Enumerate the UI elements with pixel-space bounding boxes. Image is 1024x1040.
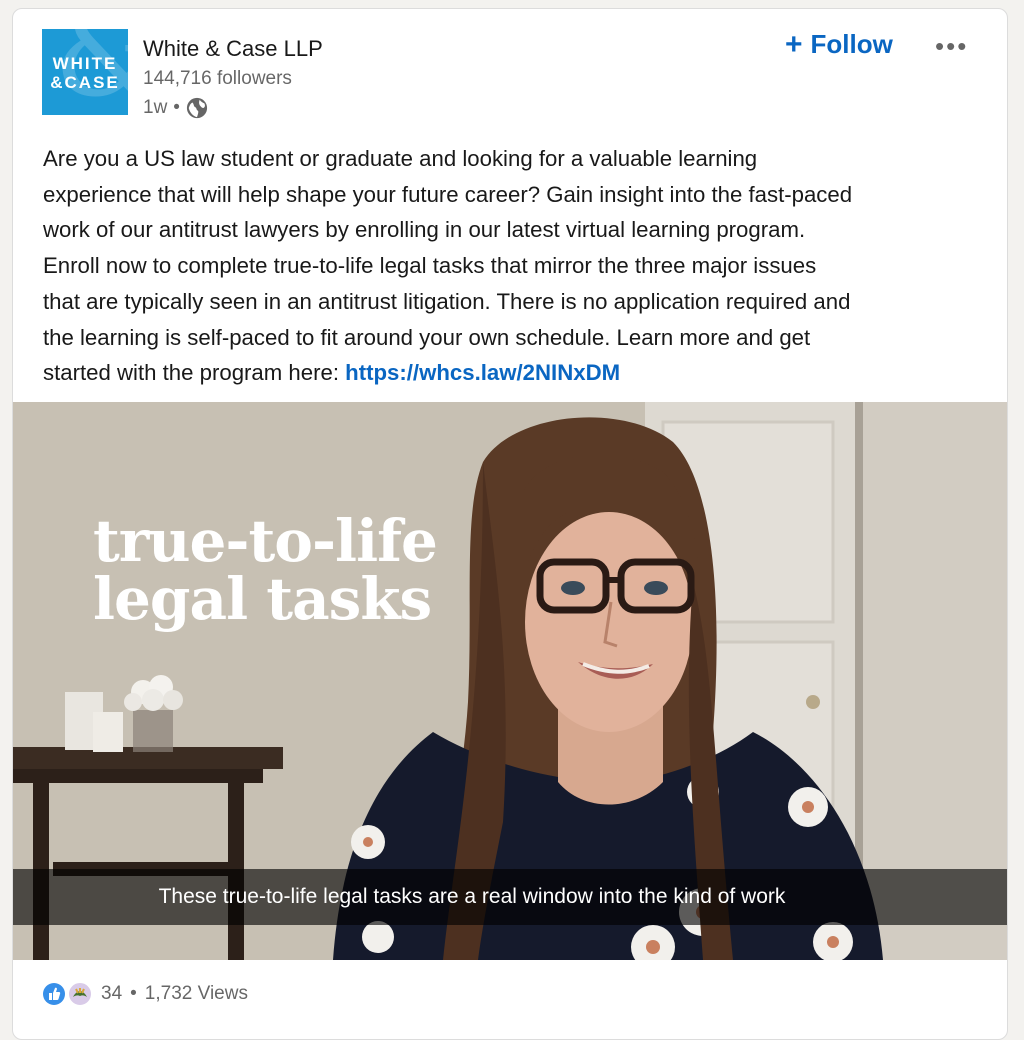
meta-separator: • <box>173 97 180 118</box>
post-card: & WHITE &CASE White & Case LLP 144,716 f… <box>12 8 1008 1040</box>
post-meta: 1w • <box>143 97 208 119</box>
post-line: the learning is self-paced to fit around… <box>43 324 811 350</box>
post-line-prefix: started with the program here: <box>43 360 346 386</box>
video-player[interactable]: true-to-life legal tasks These true-to-l… <box>13 402 1007 960</box>
follower-count: 144,716 followers <box>143 68 292 89</box>
video-caption: These true-to-life legal tasks are a rea… <box>158 885 786 908</box>
post-time: 1w <box>143 97 168 118</box>
footer-separator: • <box>130 983 137 1004</box>
post-line-last: started with the program here: https://w… <box>43 355 983 391</box>
video-caption-bar: These true-to-life legal tasks are a rea… <box>13 869 1007 925</box>
view-count: 1,732 Views <box>144 983 248 1004</box>
follow-label: Follow <box>810 29 893 59</box>
company-name[interactable]: White & Case LLP <box>143 36 323 62</box>
logo-text-line2: &CASE <box>50 73 120 92</box>
post-body: Are you a US law student or graduate and… <box>43 141 983 391</box>
overlay-line1: true-to-life <box>93 507 438 575</box>
reaction-count[interactable]: 34 <box>101 983 122 1005</box>
follow-button[interactable]: + Follow <box>785 29 893 60</box>
post-line: work of our antitrust lawyers by enrolli… <box>43 217 806 243</box>
support-icon[interactable] <box>67 981 93 1007</box>
more-options-button[interactable]: ••• <box>935 31 968 62</box>
post-link[interactable]: https://whcs.law/2NINxDM <box>345 360 620 385</box>
company-logo[interactable]: & WHITE &CASE <box>42 29 128 115</box>
globe-icon <box>186 97 208 119</box>
video-overlay-title: true-to-life legal tasks <box>93 507 438 633</box>
post-line: experience that will help shape your fut… <box>43 181 853 207</box>
post-line: that are typically seen in an antitrust … <box>43 288 851 314</box>
post-line: Enroll now to complete true-to-life lega… <box>43 253 817 279</box>
logo-text-line1: WHITE <box>52 54 118 73</box>
social-counts: 34 • 1,732 Views <box>43 981 248 1007</box>
overlay-line2: legal tasks <box>93 565 432 633</box>
post-line: Are you a US law student or graduate and… <box>43 146 758 171</box>
plus-icon: + <box>785 27 803 61</box>
like-icon[interactable] <box>43 983 65 1005</box>
